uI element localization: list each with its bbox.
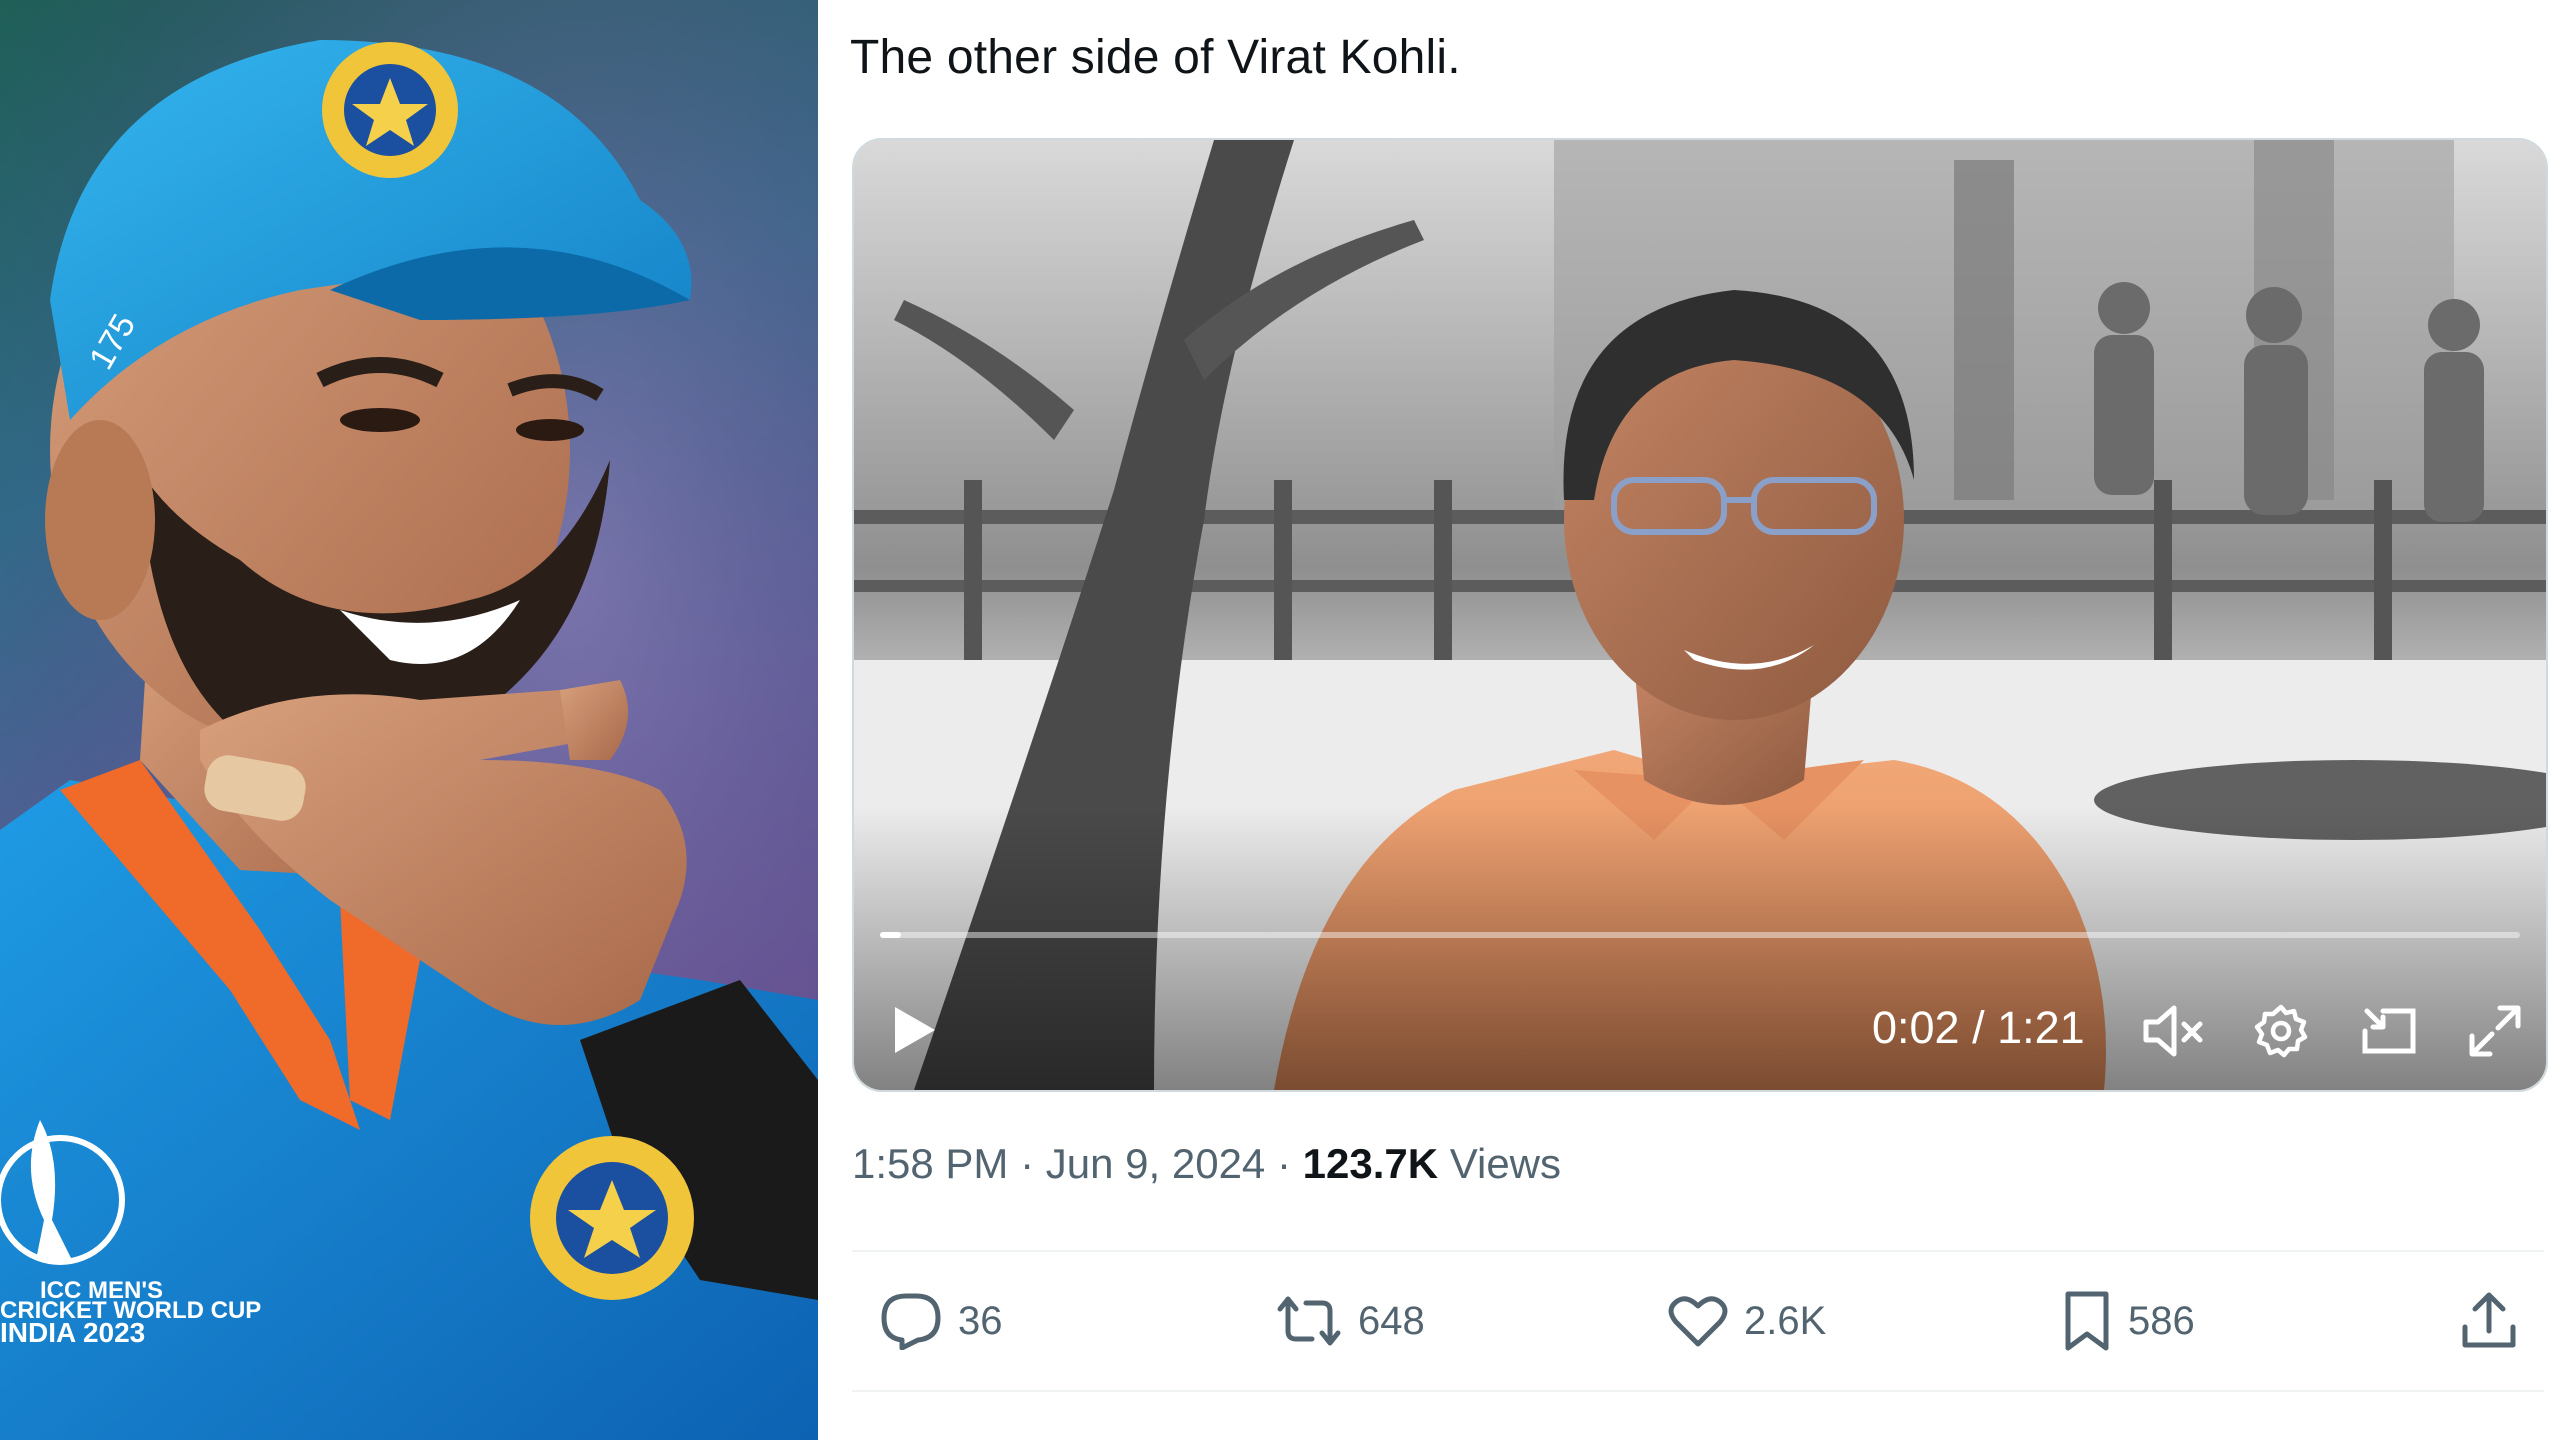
reply-bubble-icon [881, 1293, 941, 1350]
repost-count: 648 [1358, 1298, 1425, 1343]
play-button[interactable] [882, 998, 946, 1062]
video-player[interactable]: 0:02 / 1:21 [852, 138, 2548, 1092]
jersey-logo-line3: INDIA 2023 [0, 1317, 145, 1348]
share-button[interactable] [2460, 1252, 2534, 1390]
gear-icon [2254, 1004, 2308, 1058]
views-count: 123.7K [1302, 1140, 1439, 1187]
video-progress-bar[interactable] [880, 932, 2520, 938]
bookmark-button[interactable]: 586 [2062, 1252, 2195, 1390]
share-icon [2462, 1292, 2516, 1348]
tweet-text: The other side of Virat Kohli. [850, 31, 1461, 84]
player-portrait-illustration: 175 ICC MEN'S CRICKET WORLD CUP INDIA 20… [0, 0, 818, 1440]
page: 175 ICC MEN'S CRICKET WORLD CUP INDIA 20… [0, 0, 2560, 1440]
fullscreen-icon [2469, 1005, 2521, 1057]
tweet-meta: 1:58 PM · Jun 9, 2024 · 123.7K Views [852, 1140, 1561, 1188]
video-time: 0:02 / 1:21 [1872, 1002, 2085, 1053]
views-label: Views [1449, 1140, 1562, 1187]
video-frame [854, 140, 2546, 1090]
like-button[interactable]: 2.6K [1668, 1252, 1826, 1390]
bookmark-icon [2065, 1291, 2109, 1351]
divider-bottom [852, 1390, 2544, 1392]
reply-button[interactable]: 36 [880, 1252, 1003, 1390]
tweet-date[interactable]: Jun 9, 2024 [1046, 1140, 1266, 1187]
tweet-actions: 36 648 2.6K 586 [852, 1252, 2544, 1390]
tweet: The other side of Virat Kohli. 0:02 / 1:… [818, 0, 2560, 1440]
player-photo: 175 ICC MEN'S CRICKET WORLD CUP INDIA 20… [0, 0, 818, 1440]
repost-button[interactable]: 648 [1276, 1252, 1425, 1390]
picture-in-picture-button[interactable] [2354, 996, 2424, 1066]
tweet-time[interactable]: 1:58 PM [852, 1140, 1008, 1187]
settings-button[interactable] [2246, 996, 2316, 1066]
picture-in-picture-icon [2362, 1008, 2416, 1054]
like-count: 2.6K [1744, 1298, 1827, 1343]
volume-muted-icon [2143, 1005, 2203, 1057]
video-controls: 0:02 / 1:21 [854, 960, 2546, 1090]
heart-icon [1668, 1296, 1728, 1347]
fullscreen-button[interactable] [2460, 996, 2530, 1066]
bookmark-count: 586 [2128, 1298, 2195, 1343]
play-icon [895, 1007, 935, 1053]
meta-separator-2: · [1276, 1140, 1291, 1187]
reply-count: 36 [958, 1298, 1003, 1343]
meta-separator-1: · [1020, 1140, 1035, 1187]
mute-button[interactable] [2138, 996, 2208, 1066]
repost-icon [1277, 1296, 1341, 1346]
video-progress-fill [880, 932, 902, 938]
